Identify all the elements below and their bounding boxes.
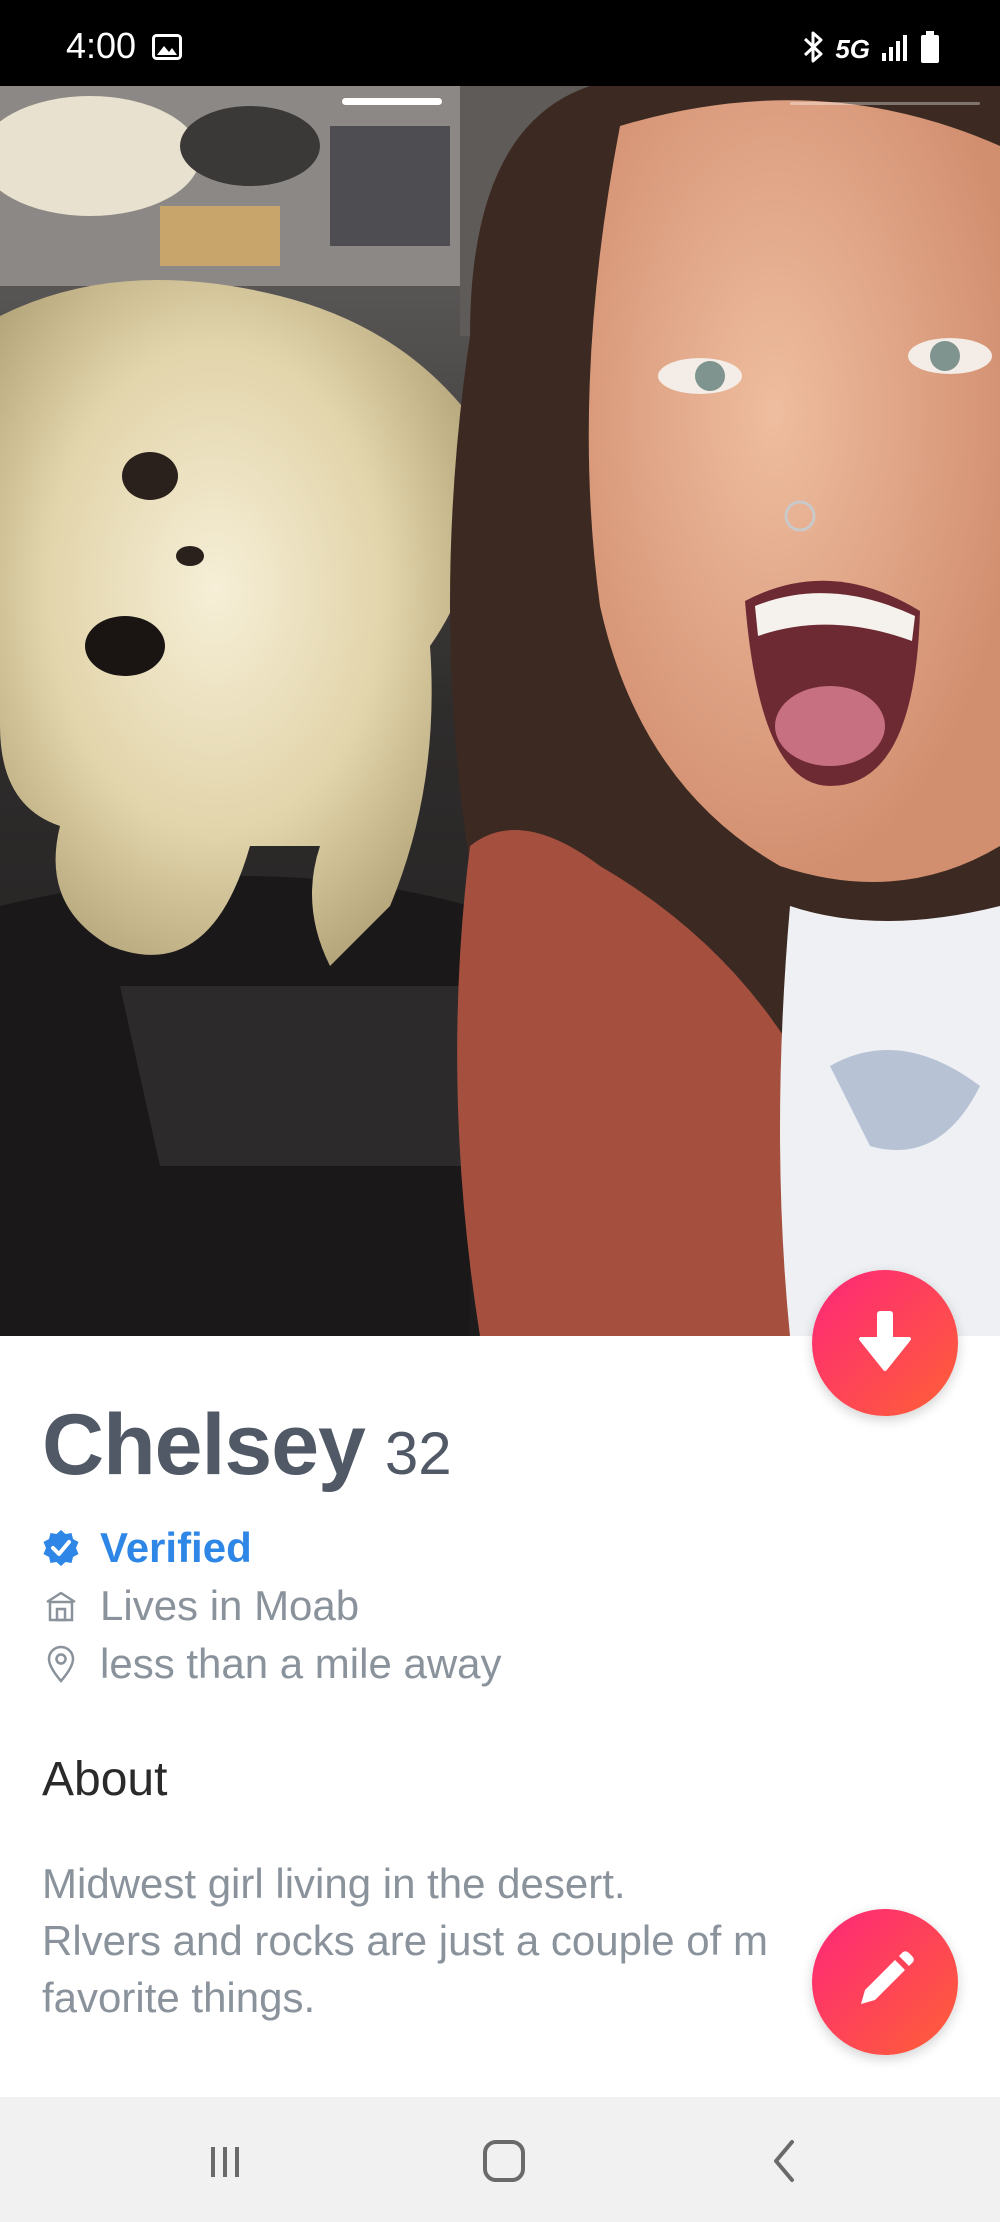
profile-age: 32 <box>384 1420 452 1487</box>
photo-illustration <box>0 86 1000 1336</box>
home-building-icon <box>42 1587 80 1625</box>
arrow-down-icon <box>857 1309 913 1378</box>
back-button[interactable] <box>754 2133 814 2193</box>
battery-icon <box>920 31 940 68</box>
verified-row: Verified <box>42 1524 252 1572</box>
about-heading: About <box>42 1753 168 1806</box>
profile-name: Chelsey <box>42 1397 366 1493</box>
photo-indicator-track <box>790 102 980 105</box>
status-bar: 4:00 5G <box>0 0 1000 86</box>
system-nav-bar <box>0 2097 1000 2222</box>
photo-indicator-active <box>342 98 442 105</box>
edit-profile-button[interactable] <box>812 1909 958 2055</box>
pencil-icon <box>853 1948 917 2017</box>
bluetooth-icon <box>801 30 825 69</box>
lives-in-text: Lives in Moab <box>100 1582 360 1629</box>
network-type: 5G <box>835 34 870 64</box>
distance-row: less than a mile away <box>42 1640 502 1688</box>
home-button[interactable] <box>474 2133 534 2193</box>
status-time: 4:00 <box>66 25 137 66</box>
image-icon <box>152 34 182 65</box>
home-icon <box>481 2138 527 2189</box>
signal-icon <box>880 33 910 66</box>
about-text: Midwest girl living in the desert. Rlver… <box>42 1860 768 2021</box>
recents-button[interactable] <box>195 2133 255 2193</box>
distance-text: less than a mile away <box>100 1640 502 1687</box>
verified-badge-icon <box>42 1529 80 1567</box>
back-icon <box>766 2138 802 2189</box>
status-icons: 5G <box>801 30 940 69</box>
location-pin-icon <box>42 1645 80 1683</box>
profile-photo[interactable] <box>0 86 1000 1336</box>
recents-icon <box>205 2141 245 2186</box>
scroll-down-button[interactable] <box>812 1270 958 1416</box>
profile-header: Chelsey 32 <box>42 1396 452 1495</box>
lives-in-row: Lives in Moab <box>42 1582 359 1630</box>
verified-label: Verified <box>100 1524 252 1571</box>
